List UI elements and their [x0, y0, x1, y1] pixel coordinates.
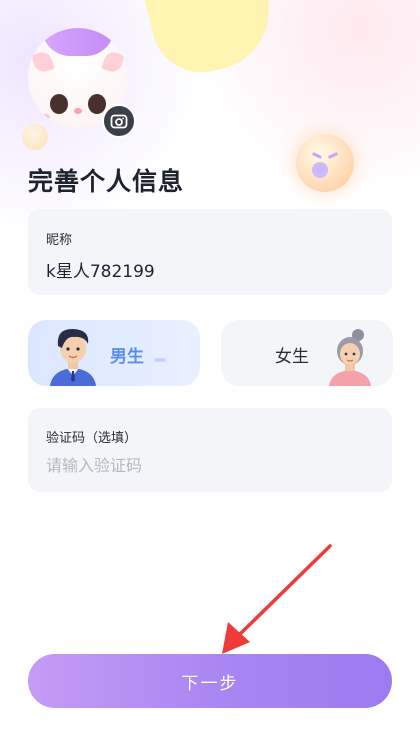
change-avatar-camera-icon[interactable]: [102, 104, 136, 138]
boy-avatar-icon: [50, 328, 96, 386]
gender-male-option[interactable]: 男生: [28, 320, 200, 386]
selected-indicator: [154, 358, 166, 362]
laughing-emoji-icon: [296, 134, 354, 192]
nickname-field[interactable]: 昵称: [28, 209, 392, 295]
nickname-input[interactable]: [46, 259, 366, 279]
girl-avatar-icon: [329, 329, 371, 386]
gender-female-label: 女生: [275, 347, 309, 367]
gender-female-option[interactable]: 女生: [221, 320, 393, 386]
nickname-label: 昵称: [46, 233, 73, 248]
background-bubble: [22, 124, 48, 150]
next-step-button[interactable]: 下一步: [28, 654, 392, 708]
verification-code-field[interactable]: 验证码（选填）: [28, 408, 392, 492]
verification-code-input[interactable]: [46, 456, 366, 475]
gender-male-label: 男生: [110, 347, 144, 367]
verification-label: 验证码（选填）: [46, 431, 138, 446]
page-title: 完善个人信息: [28, 167, 185, 196]
